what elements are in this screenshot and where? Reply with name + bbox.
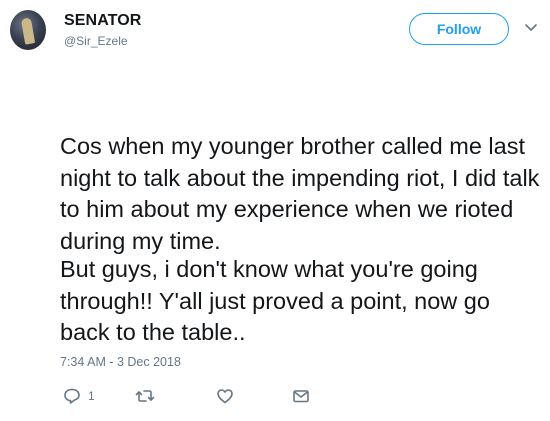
tweet-paragraph-1: Cos when my younger brother called me la… — [60, 133, 546, 254]
tweet-text: Cos when my younger brother called me la… — [60, 68, 542, 352]
follow-button[interactable]: Follow — [409, 13, 509, 45]
tweet-timestamp[interactable]: 7:34 AM - 3 Dec 2018 — [60, 355, 181, 369]
user-handle[interactable]: @Sir_Ezele — [64, 34, 128, 48]
direct-message-button[interactable] — [292, 386, 310, 406]
reply-count: 1 — [88, 389, 95, 403]
retweet-button[interactable] — [135, 386, 155, 406]
tweet-actions: 1 — [60, 386, 320, 406]
chevron-down-icon[interactable] — [524, 22, 538, 34]
display-name[interactable]: SENATOR — [64, 12, 141, 30]
like-button[interactable] — [216, 386, 234, 406]
envelope-icon — [293, 390, 309, 403]
reply-icon — [64, 388, 80, 404]
avatar-figure — [20, 17, 36, 45]
tweet-card: SENATOR @Sir_Ezele Follow Cos when my yo… — [0, 0, 550, 421]
heart-icon — [217, 389, 233, 404]
reply-button[interactable]: 1 — [63, 386, 95, 406]
retweet-icon — [135, 390, 155, 402]
tweet-paragraph-2: But guys, i don't know what you're going… — [60, 256, 497, 345]
avatar[interactable] — [10, 10, 46, 50]
